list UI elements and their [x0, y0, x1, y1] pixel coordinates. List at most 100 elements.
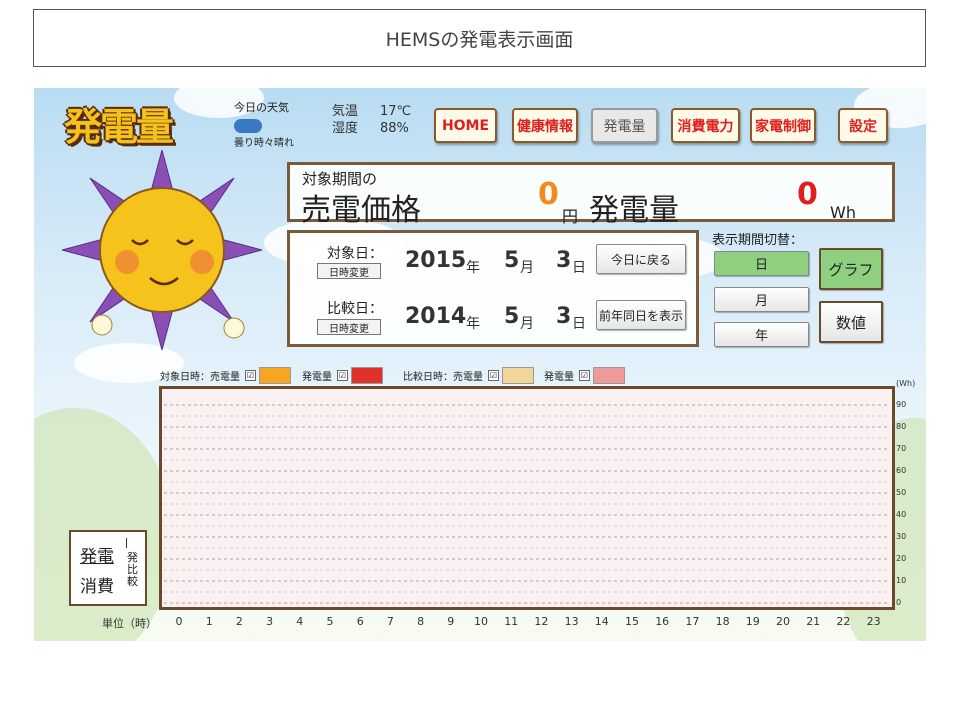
generation-toggle[interactable]: 発電 [80, 542, 114, 567]
y-tick-label: 90 [896, 400, 907, 409]
compare-generation-toggle[interactable]: 発比較 [127, 552, 139, 588]
temperature-value: 17℃ [380, 104, 412, 119]
month-unit: 月 [520, 316, 534, 332]
x-tick-label: 23 [866, 615, 881, 628]
y-tick-label: 0 [896, 598, 902, 607]
target-day: 3 [556, 248, 572, 273]
legend-swatch-orange [259, 367, 291, 384]
legend-label: 発電量 [302, 372, 332, 383]
period-month-button[interactable]: 月 [714, 287, 809, 312]
x-tick-label: 2 [235, 615, 243, 628]
x-axis-unit: 単位（時） [102, 617, 157, 630]
legend-compare-gen: 発電量 ☑ [544, 367, 625, 384]
legend-checkbox[interactable]: ☑ [337, 370, 348, 381]
temperature-label: 気温 [332, 104, 359, 119]
y-tick-label: 40 [896, 510, 907, 519]
sale-price-value: 0 [538, 177, 559, 212]
app-logo: 発電量 [64, 105, 174, 149]
day-unit: 日 [572, 260, 586, 276]
y-axis-unit: (Wh) [896, 379, 916, 388]
compare-date-change-button[interactable]: 日時変更 [317, 319, 381, 335]
y-tick-label: 50 [896, 488, 907, 497]
graph-view-button[interactable]: グラフ [819, 248, 883, 290]
consumption-toggle[interactable]: 消費 [80, 572, 114, 597]
compare-month: 5 [504, 304, 520, 329]
year-unit: 年 [466, 316, 480, 332]
month-unit: 月 [520, 260, 534, 276]
legend-target-sale: 対象日時：売電量 ☑ [160, 367, 291, 384]
summary-panel: 対象期間の 売電価格 0 円 発電量 0 Wh [287, 162, 895, 228]
legend-swatch-pink [593, 367, 625, 384]
compare-mode-box: 発電 消費 発比較 [69, 530, 147, 606]
legend-label: 比較日時：売電量 [403, 372, 483, 383]
sale-price-label: 売電価格 [301, 193, 421, 228]
legend-checkbox[interactable]: ☑ [579, 370, 590, 381]
y-tick-label: 20 [896, 554, 907, 563]
x-tick-label: 10 [474, 615, 488, 628]
compare-year: 2014 [405, 304, 467, 329]
y-tick-label: 80 [896, 422, 907, 431]
nav-home-button[interactable]: HOME [434, 108, 497, 143]
humidity-label: 湿度 [332, 121, 359, 136]
year-unit: 年 [466, 260, 480, 276]
legend-label: 対象日時：売電量 [160, 372, 240, 383]
generation-unit: Wh [830, 203, 856, 222]
x-tick-label: 19 [745, 615, 760, 628]
x-tick-label: 5 [326, 615, 334, 628]
compare-day: 3 [556, 304, 572, 329]
target-year: 2015 [405, 248, 467, 273]
period-day-button[interactable]: 日 [714, 251, 809, 276]
y-tick-label: 70 [896, 444, 907, 453]
weather-readings: 気温 17℃ 湿度 88% [332, 103, 411, 137]
y-tick-label: 10 [896, 576, 907, 585]
x-tick-label: 1 [205, 615, 213, 628]
page-caption: HEMSの発電表示画面 [33, 9, 926, 67]
nav-generation-button[interactable]: 発電量 [591, 108, 658, 143]
legend-checkbox[interactable]: ☑ [245, 370, 256, 381]
back-to-today-button[interactable]: 今日に戻る [596, 244, 686, 274]
compare-date-label: 比較日： [327, 301, 383, 317]
period-year-button[interactable]: 年 [714, 322, 809, 347]
x-tick-label: 8 [417, 615, 425, 628]
x-tick-label: 15 [625, 615, 639, 628]
x-tick-label: 18 [715, 615, 730, 628]
chart-plot-area [159, 386, 895, 610]
nav-consumption-button[interactable]: 消費電力 [671, 108, 740, 143]
weather-condition: 曇り時々晴れ [234, 138, 294, 149]
generation-label: 発電量 [589, 193, 679, 228]
x-tick-label: 7 [386, 615, 394, 628]
y-tick-label: 30 [896, 532, 907, 541]
legend-checkbox[interactable]: ☑ [488, 370, 499, 381]
period-switch-title: 表示期間切替： [712, 233, 804, 248]
x-tick-label: 11 [504, 615, 519, 628]
humidity-value: 88% [380, 121, 409, 136]
y-tick-label: 60 [896, 466, 907, 475]
nav-appliance-control-button[interactable]: 家電制御 [750, 108, 816, 143]
legend-target-gen: 発電量 ☑ [302, 367, 383, 384]
x-tick-label: 22 [836, 615, 851, 628]
x-tick-label: 17 [685, 615, 700, 628]
x-tick-label: 0 [175, 615, 183, 628]
legend-label: 発電量 [544, 372, 574, 383]
target-date-label: 対象日： [327, 246, 383, 262]
x-tick-label: 13 [564, 615, 579, 628]
x-tick-label: 6 [356, 615, 364, 628]
x-tick-label: 14 [594, 615, 609, 628]
nav-health-button[interactable]: 健康情報 [512, 108, 578, 143]
chart-grid [164, 404, 888, 604]
legend-compare-sale: 比較日時：売電量 ☑ [403, 367, 534, 384]
sun-mascot-icon [62, 150, 262, 350]
x-tick-label: 16 [655, 615, 670, 628]
show-previous-year-button[interactable]: 前年同日を表示 [596, 300, 686, 330]
numeric-view-button[interactable]: 数値 [819, 301, 883, 343]
date-panel: 対象日： 日時変更 2015 年 5 月 3 日 今日に戻る 比較日： 日時変更… [287, 230, 699, 347]
x-tick-label: 21 [806, 615, 821, 628]
cloud-icon [234, 119, 262, 133]
nav-settings-button[interactable]: 設定 [838, 108, 888, 143]
x-tick-label: 12 [534, 615, 549, 628]
x-tick-label: 20 [776, 615, 790, 628]
target-date-change-button[interactable]: 日時変更 [317, 263, 381, 279]
day-unit: 日 [572, 316, 586, 332]
background-hill [34, 408, 174, 641]
legend-swatch-beige [502, 367, 534, 384]
